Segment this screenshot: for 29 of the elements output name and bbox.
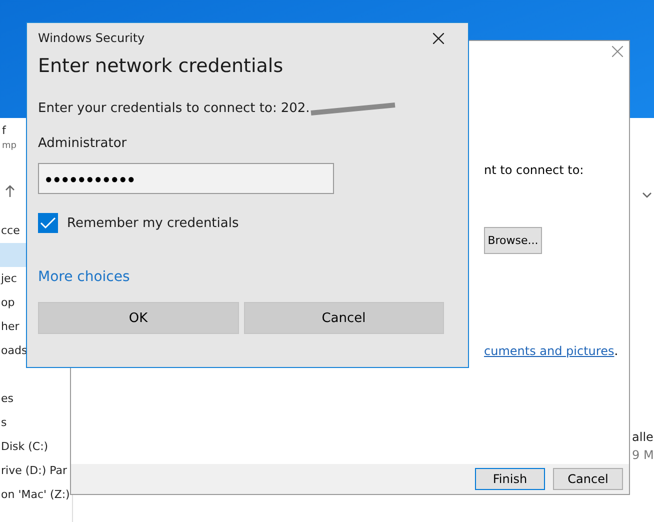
username-text: Administrator — [38, 136, 128, 151]
chevron-down-icon[interactable] — [642, 192, 652, 198]
cancel-button[interactable]: Cancel — [244, 302, 444, 334]
sidebar-item[interactable]: Disk (C:) — [0, 435, 72, 459]
prompt-text: Enter your credentials to connect to: — [38, 101, 277, 116]
cancel-button[interactable]: Cancel — [553, 468, 623, 490]
sidebar-item[interactable]: s — [0, 411, 72, 435]
period-text: . — [614, 344, 618, 358]
toolbar-text: f — [2, 124, 6, 137]
checkbox-label: Remember my credentials — [67, 216, 239, 230]
sidebar-item[interactable]: rive (D:) Par — [0, 459, 72, 483]
address-text: 202. — [280, 101, 310, 116]
browse-button[interactable]: Browse... — [484, 227, 542, 254]
finish-button[interactable]: Finish — [475, 468, 545, 490]
remember-checkbox[interactable] — [38, 213, 58, 233]
dialog-title: Windows Security — [38, 31, 145, 45]
file-date-text: 9 M — [632, 448, 654, 462]
prompt-text: nt to connect to: — [484, 163, 584, 177]
sidebar-item[interactable]: on 'Mac' (Z:) — [0, 483, 72, 507]
dialog-heading: Enter network credentials — [38, 55, 284, 77]
address-text: mp — [2, 141, 16, 151]
more-choices-link[interactable]: More choices — [38, 269, 130, 285]
ok-button[interactable]: OK — [38, 302, 238, 334]
documents-link[interactable]: cuments and pictures — [484, 344, 614, 358]
file-name-text: alle — [632, 430, 654, 444]
password-field[interactable]: ●●●●●●●●●●● — [38, 163, 334, 194]
close-icon[interactable] — [433, 32, 444, 44]
sidebar-item[interactable]: es — [0, 387, 72, 411]
up-arrow-icon[interactable] — [5, 185, 15, 197]
